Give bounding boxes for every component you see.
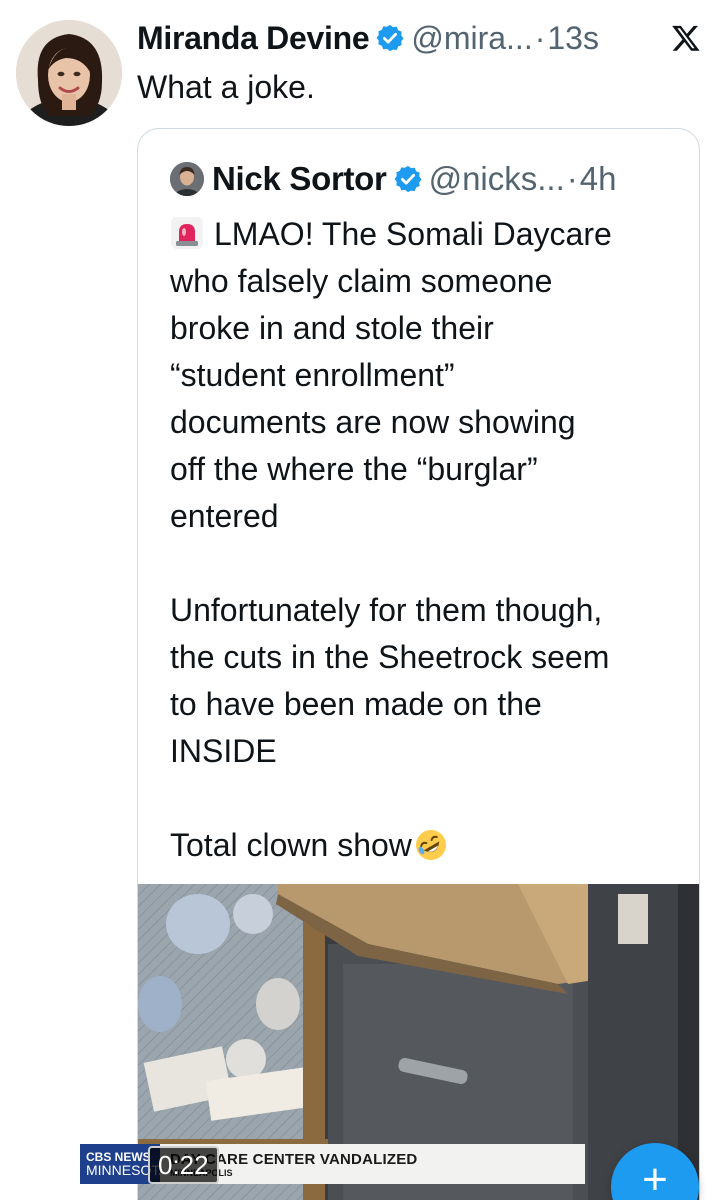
header-separator: ·	[534, 19, 546, 56]
quoted-tweet-card[interactable]: Nick Sortor @nicks... · 4h LMAO! The Som…	[137, 128, 700, 1200]
author-display-name[interactable]: Miranda Devine	[137, 20, 370, 57]
tweet-timestamp[interactable]: 13s	[547, 20, 599, 57]
verified-badge-icon	[375, 23, 405, 53]
plus-icon: +	[642, 1155, 668, 1200]
tweet-screen: Miranda Devine @mira... · 13s What a jok…	[0, 0, 715, 1200]
quoted-header-separator: ·	[566, 160, 578, 197]
quoted-author-display-name[interactable]: Nick Sortor	[212, 160, 387, 198]
quoted-author-avatar[interactable]	[170, 162, 204, 196]
quoted-tweet-timestamp[interactable]: 4h	[580, 160, 617, 198]
tweet-header: Miranda Devine @mira... · 13s	[137, 16, 701, 60]
quoted-tweet-body: LMAO! The Somali Daycare who falsely cla…	[170, 211, 685, 869]
quoted-tweet-text: LMAO! The Somali Daycare who falsely cla…	[170, 216, 612, 863]
quoted-tweet-header: Nick Sortor @nicks... · 4h	[170, 159, 687, 199]
rotating-light-icon	[170, 216, 204, 250]
author-avatar[interactable]	[16, 20, 122, 126]
quoted-author-handle[interactable]: @nicks...	[429, 160, 565, 198]
rolling-laughing-icon	[414, 828, 448, 862]
video-duration-badge: 0:22	[148, 1146, 219, 1184]
x-logo-icon	[671, 23, 701, 53]
verified-badge-icon	[393, 164, 423, 194]
tweet-text: What a joke.	[137, 69, 315, 105]
author-handle[interactable]: @mira...	[411, 20, 532, 57]
